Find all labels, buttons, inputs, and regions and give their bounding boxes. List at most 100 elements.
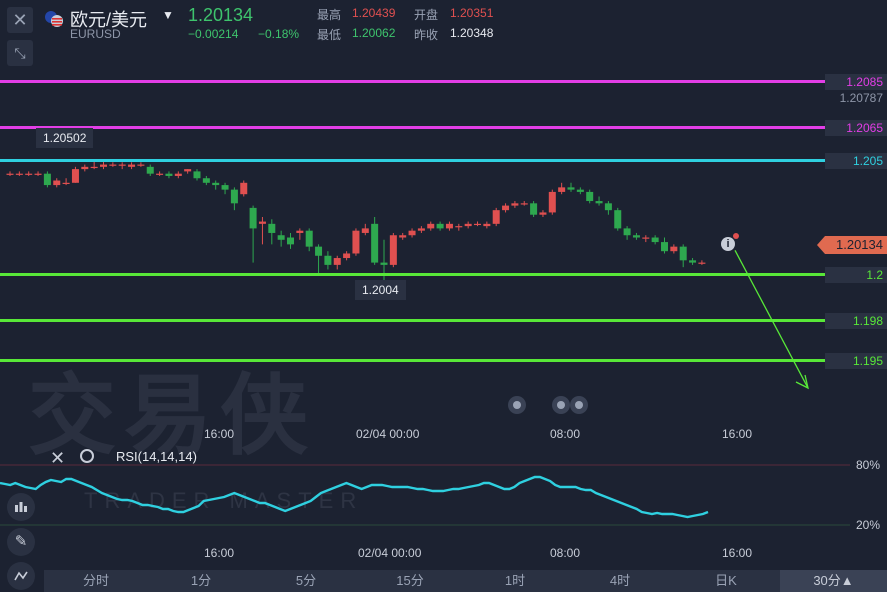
candle-body bbox=[71, 169, 79, 183]
tab-timeframe[interactable]: 日K bbox=[672, 570, 780, 592]
candle-body bbox=[221, 185, 229, 190]
price-chart[interactable] bbox=[0, 0, 887, 592]
candle-body bbox=[249, 207, 257, 229]
candle-body bbox=[137, 164, 145, 166]
candle-body bbox=[492, 210, 500, 224]
candle-body bbox=[380, 262, 388, 265]
candle-body bbox=[361, 228, 369, 233]
candle-body bbox=[118, 164, 126, 166]
price-line-label: 1.2 bbox=[825, 267, 887, 283]
candle-body bbox=[464, 223, 472, 227]
tab-timeframe[interactable]: 5分 bbox=[254, 570, 358, 592]
candle-body bbox=[43, 173, 51, 186]
candle-body bbox=[174, 173, 182, 176]
candle-body bbox=[576, 189, 584, 192]
tab-timeframe[interactable]: 1时 bbox=[462, 570, 568, 592]
rsi-x-axis-label: 02/04 00:00 bbox=[358, 546, 422, 560]
price-line[interactable] bbox=[0, 126, 826, 129]
candle-body bbox=[651, 237, 659, 243]
candle-body bbox=[193, 171, 201, 179]
rsi-label: RSI(14,14,14) bbox=[116, 449, 197, 464]
candle-body bbox=[333, 258, 341, 265]
candle-body bbox=[632, 235, 640, 238]
candle-body bbox=[474, 223, 481, 226]
candle-body bbox=[146, 166, 154, 174]
candle-body bbox=[548, 191, 556, 213]
tab-timeframe[interactable]: 分时 bbox=[44, 570, 148, 592]
price-line-label: 1.2065 bbox=[825, 120, 887, 136]
price-line-label: 1.2085 bbox=[825, 74, 887, 90]
price-line[interactable] bbox=[0, 319, 826, 322]
candle-body bbox=[352, 230, 360, 254]
high-callout: 1.20502 bbox=[36, 128, 94, 148]
pencil-icon[interactable]: ✎ bbox=[7, 528, 35, 556]
close-icon[interactable]: ✕ bbox=[50, 448, 65, 469]
candle-body bbox=[558, 187, 566, 192]
candle-body bbox=[679, 246, 687, 261]
candle-body bbox=[62, 182, 70, 184]
candle-body bbox=[371, 223, 379, 263]
candle-body bbox=[53, 180, 61, 186]
candle-body bbox=[109, 164, 117, 166]
candle-body bbox=[156, 173, 164, 175]
candle-body bbox=[100, 164, 107, 167]
candle-body bbox=[661, 242, 668, 252]
tab-timeframe-active[interactable]: 30分▲ bbox=[780, 570, 887, 592]
candle-body bbox=[698, 262, 706, 264]
alert-dot-icon bbox=[733, 233, 739, 239]
candle-body bbox=[399, 235, 407, 238]
indicator-icon[interactable] bbox=[7, 493, 35, 521]
candle-body bbox=[6, 173, 14, 175]
price-line[interactable] bbox=[0, 273, 826, 276]
candle-body bbox=[455, 226, 463, 228]
timeframe-bar: 分时 1分 5分 15分 1时 4时 日K 30分▲ bbox=[44, 570, 887, 592]
x-axis-label: 16:00 bbox=[722, 427, 753, 441]
price-line-label: 1.195 bbox=[825, 353, 887, 369]
candle-body bbox=[324, 255, 332, 265]
candle-body bbox=[445, 223, 453, 229]
x-axis-label: 02/04 00:00 bbox=[356, 427, 420, 441]
event-marker-icon[interactable] bbox=[552, 396, 570, 414]
candle-body bbox=[623, 228, 631, 236]
candle-body bbox=[165, 173, 173, 176]
candle-body bbox=[25, 173, 33, 175]
rsi-line bbox=[0, 475, 709, 519]
candle-body bbox=[436, 223, 444, 229]
price-line-label: 1.198 bbox=[825, 313, 887, 329]
candle-body bbox=[258, 221, 266, 224]
candle-body bbox=[268, 223, 276, 233]
candle-body bbox=[128, 164, 136, 167]
tab-timeframe[interactable]: 1分 bbox=[148, 570, 254, 592]
candle-body bbox=[389, 235, 397, 265]
price-line[interactable] bbox=[0, 359, 826, 362]
settings-icon[interactable] bbox=[80, 449, 94, 463]
candle-body bbox=[305, 230, 313, 247]
rsi-level-20: 20% bbox=[856, 518, 881, 532]
info-icon[interactable]: i bbox=[721, 237, 735, 251]
candle-body bbox=[689, 260, 697, 263]
rsi-x-axis-label: 08:00 bbox=[550, 546, 581, 560]
tab-timeframe[interactable]: 15分 bbox=[358, 570, 462, 592]
candle-body bbox=[586, 191, 594, 202]
candle-body bbox=[240, 182, 248, 195]
event-marker-icon[interactable] bbox=[508, 396, 526, 414]
candle-body bbox=[595, 201, 603, 204]
candle-body bbox=[277, 235, 285, 240]
event-marker-icon[interactable] bbox=[570, 396, 588, 414]
candle-body bbox=[614, 210, 622, 229]
candle-body bbox=[90, 166, 98, 169]
candle-body bbox=[212, 182, 220, 186]
candle-body bbox=[520, 203, 528, 205]
tab-timeframe[interactable]: 4时 bbox=[568, 570, 672, 592]
price-line[interactable] bbox=[0, 80, 826, 83]
current-price-tag: 1.20134 bbox=[817, 236, 887, 254]
chart-type-icon[interactable] bbox=[7, 562, 35, 590]
candle-body bbox=[483, 223, 491, 227]
candle-body bbox=[670, 246, 678, 252]
candle-body bbox=[567, 187, 575, 190]
price-line[interactable] bbox=[0, 159, 826, 162]
candle-body bbox=[315, 246, 323, 256]
candle-body bbox=[604, 203, 612, 211]
candle-body bbox=[81, 166, 89, 170]
rsi-x-axis-label: 16:00 bbox=[204, 546, 235, 560]
